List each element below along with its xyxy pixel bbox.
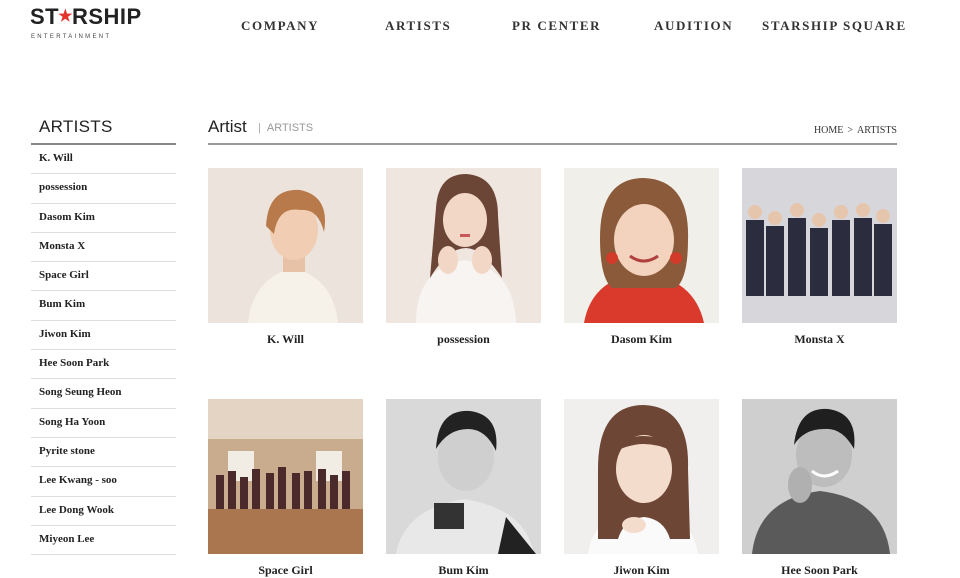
breadcrumb-separator: > bbox=[847, 125, 854, 136]
artist-name[interactable]: Bum Kim bbox=[386, 563, 541, 578]
artist-card-jiwon-kim[interactable]: Jiwon Kim bbox=[564, 399, 719, 578]
nav-pr-center[interactable]: PR CENTER bbox=[512, 18, 601, 34]
artist-card-bum-kim[interactable]: Bum Kim bbox=[386, 399, 541, 578]
artist-photo-possession[interactable] bbox=[386, 168, 541, 323]
sidebar-item-lee-dong-wook[interactable]: Lee Dong Wook bbox=[31, 497, 176, 526]
breadcrumb-artists[interactable]: ARTISTS bbox=[857, 125, 897, 136]
sidebar-artist-list: K. Will possession Dasom Kim Monsta X Sp… bbox=[31, 145, 176, 556]
sidebar-item-dasom-kim[interactable]: Dasom Kim bbox=[31, 204, 176, 233]
nav-artists[interactable]: ARTISTS bbox=[385, 18, 451, 34]
sidebar-item-possession[interactable]: possession bbox=[31, 174, 176, 204]
sidebar-item-monsta-x[interactable]: Monsta X bbox=[31, 233, 176, 263]
artist-card-possession[interactable]: possession bbox=[386, 168, 541, 347]
sidebar-item-miyeon-lee[interactable]: Miyeon Lee bbox=[31, 526, 176, 556]
artist-photo-space-girl[interactable] bbox=[208, 399, 363, 554]
artist-name[interactable]: Hee Soon Park bbox=[742, 563, 897, 578]
logo-wordmark: ST★RSHIP bbox=[30, 4, 142, 29]
nav-starship-square[interactable]: STARSHIP SQUARE bbox=[762, 18, 907, 34]
artist-name[interactable]: Jiwon Kim bbox=[564, 563, 719, 578]
page-subtitle-text: ARTISTS bbox=[266, 122, 314, 134]
sidebar-item-jiwon-kim[interactable]: Jiwon Kim bbox=[31, 321, 176, 351]
title-separator: | bbox=[258, 122, 261, 134]
content-divider bbox=[208, 143, 897, 145]
artist-photo-k-will[interactable] bbox=[208, 168, 363, 323]
sidebar-item-k-will[interactable]: K. Will bbox=[31, 145, 176, 175]
breadcrumb: HOME > ARTISTS bbox=[814, 125, 897, 136]
logo-subtitle: ENTERTAINMENT bbox=[31, 34, 112, 40]
sidebar-item-bum-kim[interactable]: Bum Kim bbox=[31, 291, 176, 321]
sidebar-title: ARTISTS bbox=[39, 117, 113, 136]
sidebar-item-hee-soon-park[interactable]: Hee Soon Park bbox=[31, 350, 176, 380]
page-title: Artist bbox=[208, 117, 247, 136]
sidebar-item-space-girl[interactable]: Space Girl bbox=[31, 262, 176, 292]
breadcrumb-home[interactable]: HOME bbox=[814, 125, 843, 136]
page-subtitle: | ARTISTS bbox=[258, 122, 313, 134]
artist-card-monsta-x[interactable]: Monsta X bbox=[742, 168, 897, 347]
artist-photo-dasom-kim[interactable] bbox=[564, 168, 719, 323]
artist-name[interactable]: Space Girl bbox=[208, 563, 363, 578]
rocket-star-icon: ★ bbox=[58, 8, 73, 25]
sidebar-item-song-seung-heon[interactable]: Song Seung Heon bbox=[31, 379, 176, 409]
artist-card-k-will[interactable]: K. Will bbox=[208, 168, 363, 347]
sidebar-item-lee-kwang-soo[interactable]: Lee Kwang - soo bbox=[31, 467, 176, 497]
artist-name[interactable]: K. Will bbox=[208, 332, 363, 347]
artist-photo-bum-kim[interactable] bbox=[386, 399, 541, 554]
artist-card-hee-soon-park[interactable]: Hee Soon Park bbox=[742, 399, 897, 578]
artist-photo-jiwon-kim[interactable] bbox=[564, 399, 719, 554]
artist-name[interactable]: Dasom Kim bbox=[564, 332, 719, 347]
artist-photo-hee-soon-park[interactable] bbox=[742, 399, 897, 554]
artist-photo-monsta-x[interactable] bbox=[742, 168, 897, 323]
starship-logo[interactable]: ST★RSHIP ENTERTAINMENT bbox=[30, 4, 141, 44]
sidebar-item-song-ha-yoon[interactable]: Song Ha Yoon bbox=[31, 409, 176, 438]
artist-name[interactable]: Monsta X bbox=[742, 332, 897, 347]
sidebar-item-pyrite-stone[interactable]: Pyrite stone bbox=[31, 438, 176, 468]
artist-name[interactable]: possession bbox=[386, 332, 541, 347]
artist-card-space-girl[interactable]: Space Girl bbox=[208, 399, 363, 578]
nav-audition[interactable]: AUDITION bbox=[654, 18, 733, 34]
nav-company[interactable]: COMPANY bbox=[241, 18, 319, 34]
artist-card-dasom-kim[interactable]: Dasom Kim bbox=[564, 168, 719, 347]
